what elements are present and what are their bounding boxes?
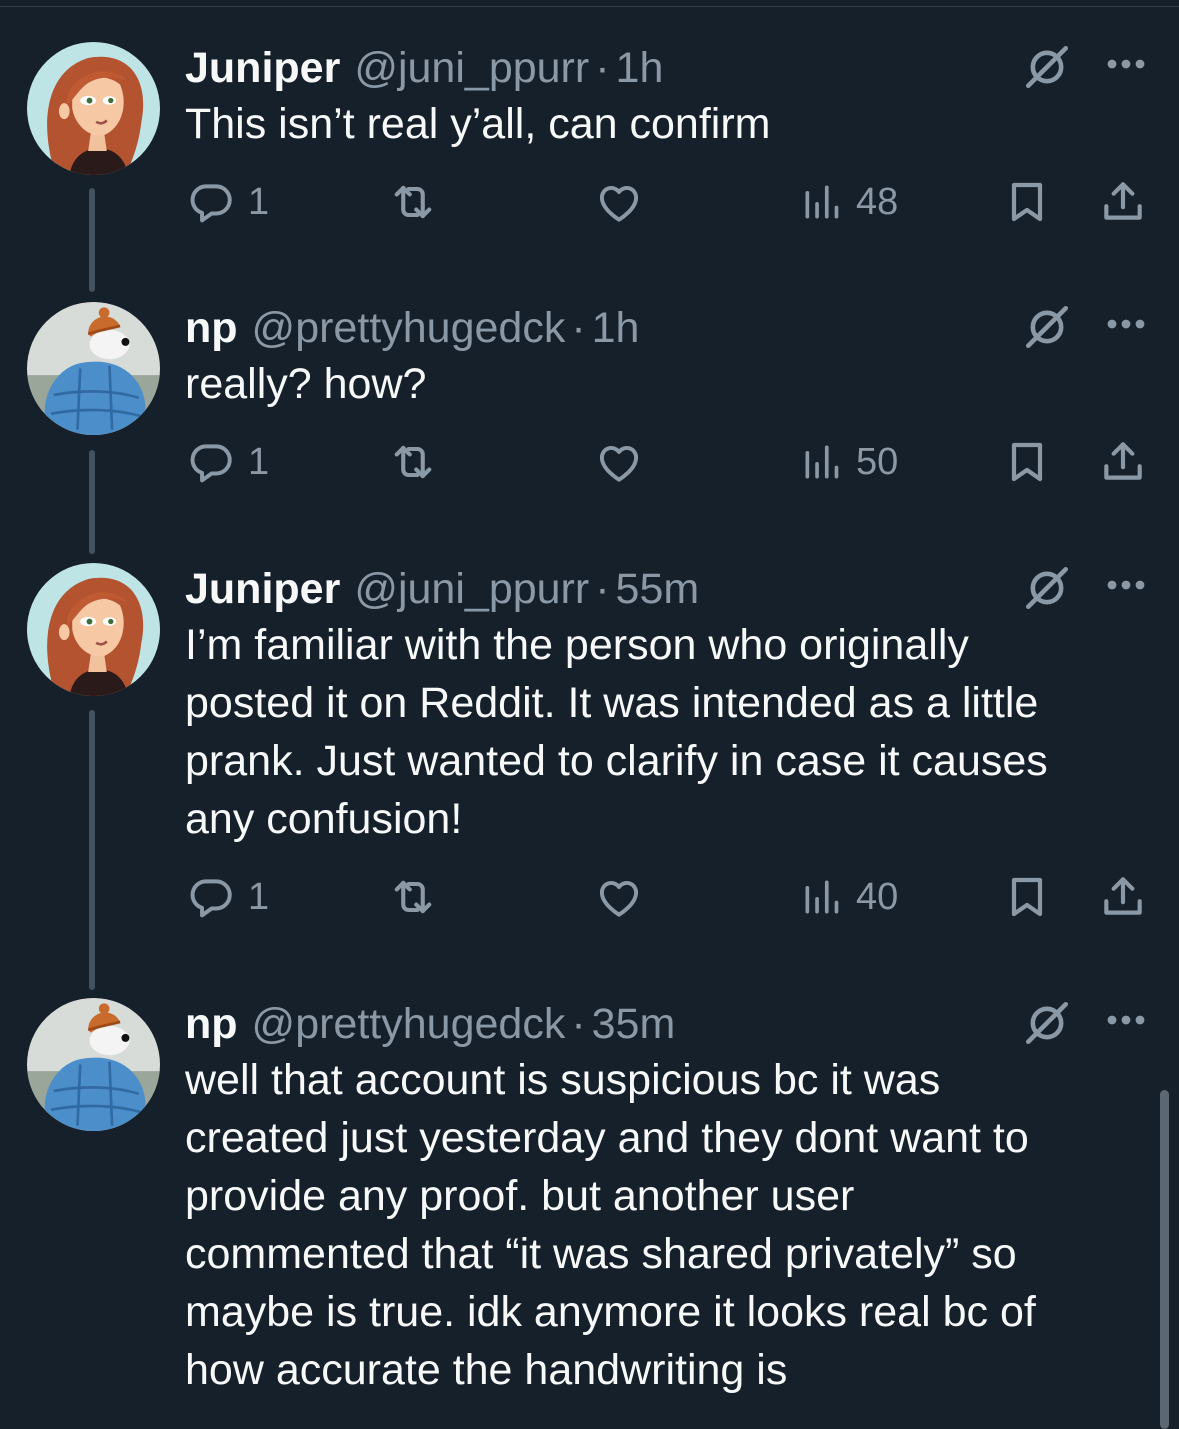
avatar[interactable] [27, 302, 160, 435]
timestamp[interactable]: 1h [592, 304, 640, 353]
share-button[interactable] [1098, 867, 1148, 927]
tweet-text: This isn’t real y’all, can confirm [185, 100, 771, 148]
heart-icon [594, 872, 644, 922]
more-button[interactable] [1102, 561, 1150, 611]
tweet-header: Juniper @juni_ppurr · 55m [185, 565, 699, 615]
display-name[interactable]: Juniper [185, 44, 340, 93]
replies-count: 1 [248, 875, 270, 918]
more-button[interactable] [1102, 300, 1150, 350]
share-icon [1098, 177, 1148, 227]
views-icon [800, 875, 844, 919]
views-button[interactable]: 40 [800, 867, 898, 927]
scrollbar[interactable] [1160, 1090, 1169, 1429]
retweet-icon [387, 176, 439, 228]
like-button[interactable] [594, 867, 644, 927]
views-count: 50 [856, 440, 899, 483]
puffer-jacket-dog-avatar [27, 998, 160, 1131]
separator-dot: · [571, 1000, 586, 1048]
reply-button[interactable]: 1 [186, 172, 269, 232]
cartoon-redhead-avatar [27, 563, 160, 696]
bookmark-button[interactable] [1003, 172, 1051, 232]
share-icon [1098, 437, 1148, 487]
user-handle[interactable]: @prettyhugedck [252, 1000, 566, 1049]
reply-button[interactable]: 1 [186, 867, 269, 927]
grok-button[interactable] [1022, 563, 1072, 613]
reply-icon [186, 177, 236, 227]
views-icon [800, 180, 844, 224]
bookmark-icon [1003, 178, 1051, 226]
views-count: 48 [856, 180, 899, 223]
user-handle[interactable]: @juni_ppurr [354, 565, 589, 614]
views-button[interactable]: 50 [800, 432, 898, 492]
grok-icon [1022, 998, 1072, 1048]
more-button[interactable] [1102, 40, 1150, 90]
more-icon [1102, 561, 1150, 609]
views-count: 40 [856, 875, 899, 918]
bookmark-icon [1003, 438, 1051, 486]
tweet-header: Juniper @juni_ppurr · 1h [185, 44, 663, 94]
grok-button[interactable] [1022, 998, 1072, 1048]
retweet-button[interactable] [387, 867, 439, 927]
bookmark-icon [1003, 873, 1051, 921]
reply-icon [186, 437, 236, 487]
separator-dot: · [595, 565, 610, 613]
timestamp[interactable]: 35m [592, 1000, 676, 1049]
tweet-header: np @prettyhugedck · 1h [185, 304, 639, 354]
tweet-text: really? how? [185, 360, 427, 408]
display-name[interactable]: np [185, 1000, 238, 1049]
heart-icon [594, 177, 644, 227]
avatar[interactable] [27, 998, 160, 1131]
cartoon-redhead-avatar [27, 42, 160, 175]
more-icon [1102, 996, 1150, 1044]
more-button[interactable] [1102, 996, 1150, 1046]
top-divider [0, 0, 1179, 7]
retweet-button[interactable] [387, 432, 439, 492]
reply-button[interactable]: 1 [186, 432, 269, 492]
replies-count: 1 [248, 180, 270, 223]
bookmark-button[interactable] [1003, 867, 1051, 927]
views-icon [800, 440, 844, 484]
grok-icon [1022, 302, 1072, 352]
heart-icon [594, 437, 644, 487]
timestamp[interactable]: 1h [616, 44, 664, 93]
action-bar: 1 50 [0, 432, 1179, 492]
like-button[interactable] [594, 172, 644, 232]
grok-button[interactable] [1022, 42, 1072, 92]
reply-icon [186, 872, 236, 922]
more-icon [1102, 40, 1150, 88]
action-bar: 1 40 [0, 867, 1179, 927]
replies-count: 1 [248, 440, 270, 483]
grok-icon [1022, 563, 1072, 613]
user-handle[interactable]: @prettyhugedck [252, 304, 566, 353]
retweet-button[interactable] [387, 172, 439, 232]
views-button[interactable]: 48 [800, 172, 898, 232]
avatar[interactable] [27, 563, 160, 696]
grok-button[interactable] [1022, 302, 1072, 352]
tweet-text: I’m familiar with the person who origina… [185, 621, 1048, 843]
tweet-header: np @prettyhugedck · 35m [185, 1000, 675, 1050]
user-handle[interactable]: @juni_ppurr [354, 44, 589, 93]
more-icon [1102, 300, 1150, 348]
bookmark-button[interactable] [1003, 432, 1051, 492]
like-button[interactable] [594, 432, 644, 492]
avatar[interactable] [27, 42, 160, 175]
display-name[interactable]: Juniper [185, 565, 340, 614]
action-bar: 1 48 [0, 172, 1179, 232]
share-icon [1098, 872, 1148, 922]
share-button[interactable] [1098, 432, 1148, 492]
separator-dot: · [595, 44, 610, 92]
separator-dot: · [571, 304, 586, 352]
share-button[interactable] [1098, 172, 1148, 232]
display-name[interactable]: np [185, 304, 238, 353]
tweet-text: well that account is suspicious bc it wa… [185, 1056, 1036, 1394]
grok-icon [1022, 42, 1072, 92]
thread-line [89, 710, 95, 990]
puffer-jacket-dog-avatar [27, 302, 160, 435]
timestamp[interactable]: 55m [616, 565, 700, 614]
retweet-icon [387, 871, 439, 923]
retweet-icon [387, 436, 439, 488]
